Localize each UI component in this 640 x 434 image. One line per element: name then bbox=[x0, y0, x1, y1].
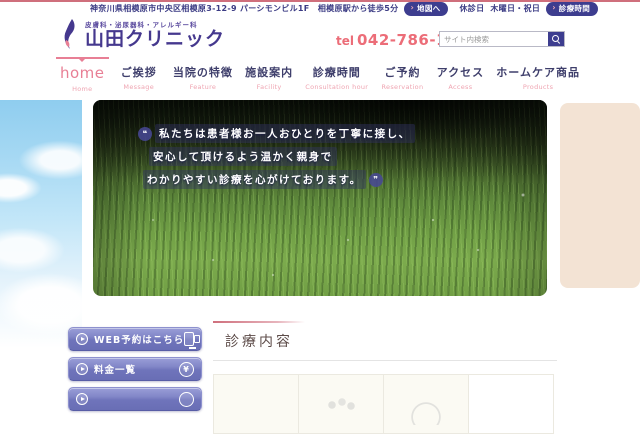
quote-line: わかりやすい診療を心がけております。 bbox=[143, 170, 366, 189]
topbar: 神奈川県相模原市中央区相模原3-12-9 パーシモンビル1F 相模原駅から徒歩5… bbox=[0, 2, 640, 14]
quote-open-icon: ❝ bbox=[138, 127, 152, 141]
services-table bbox=[213, 374, 557, 434]
monitor-icon bbox=[184, 332, 194, 346]
clinic-name: 山田クリニック bbox=[85, 29, 225, 50]
nav-sublabel: Facility bbox=[245, 83, 293, 91]
nav-label: ご挨拶 bbox=[117, 64, 161, 80]
portrait-photo-blur bbox=[560, 103, 640, 288]
nav-item-consultation-hour[interactable]: 診療時間 Consultation hour bbox=[305, 57, 368, 91]
nav-sublabel: Products bbox=[496, 83, 580, 91]
section-divider bbox=[213, 360, 557, 361]
tel-label: tel bbox=[336, 34, 354, 48]
nav-sublabel: Consultation hour bbox=[305, 83, 368, 91]
quote-line: 安心して頂けるよう温かく親身で bbox=[149, 147, 337, 166]
nav-label: ご予約 bbox=[380, 64, 424, 80]
active-tab-indicator bbox=[56, 57, 109, 59]
sidebar: WEB予約はこちら 料金一覧 ¥ bbox=[68, 327, 202, 417]
nav-label: 施設案内 bbox=[245, 64, 293, 80]
search-input[interactable] bbox=[440, 35, 548, 44]
closed-days-value: 木曜日・祝日 bbox=[490, 3, 540, 14]
service-cell[interactable] bbox=[298, 374, 384, 434]
play-circle-icon bbox=[76, 333, 88, 345]
search-button[interactable] bbox=[548, 32, 564, 46]
nav-sublabel: Feature bbox=[173, 83, 233, 91]
nav-item-access[interactable]: アクセス Access bbox=[437, 57, 484, 91]
quote-close-icon: ❞ bbox=[369, 173, 383, 187]
service-cell[interactable] bbox=[383, 374, 469, 434]
nav-label: アクセス bbox=[437, 64, 484, 80]
map-button[interactable]: › 地図へ bbox=[404, 2, 448, 16]
nav-sublabel: Access bbox=[437, 83, 484, 91]
clinic-address: 神奈川県相模原市中央区相模原3-12-9 パーシモンビル1F 相模原駅から徒歩5… bbox=[90, 3, 398, 14]
section-title: 診療内容 bbox=[225, 331, 557, 351]
sky-photo bbox=[0, 100, 82, 348]
closed-days-label: 休診日 bbox=[459, 3, 484, 14]
nav-item-feature[interactable]: 当院の特徴 Feature bbox=[173, 57, 233, 91]
nav-item-facility[interactable]: 施設案内 Facility bbox=[245, 57, 293, 91]
portrait-photo bbox=[560, 103, 640, 288]
yen-icon: ¥ bbox=[179, 362, 194, 377]
hours-button-label: 診療時間 bbox=[559, 3, 590, 14]
main-content: 診療内容 bbox=[213, 321, 557, 434]
play-circle-icon bbox=[76, 363, 88, 375]
nav-item-reservation[interactable]: ご予約 Reservation bbox=[380, 57, 424, 91]
site-search bbox=[439, 31, 565, 47]
sidebar-button-web-reservation[interactable]: WEB予約はこちら bbox=[68, 327, 202, 351]
logo-flower-icon bbox=[62, 18, 80, 50]
play-circle-icon bbox=[76, 393, 88, 405]
nav-label: 診療時間 bbox=[305, 64, 368, 80]
quote-line: 私たちは患者様お一人おひとりを丁寧に接し、 bbox=[155, 124, 415, 143]
chevron-right-icon: › bbox=[410, 4, 414, 12]
hero-quote: ❝ 私たちは患者様お一人おひとりを丁寧に接し、 安心して頂けるよう温かく親身で … bbox=[138, 124, 415, 193]
search-icon bbox=[552, 35, 559, 42]
sidebar-button-label: 料金一覧 bbox=[94, 362, 136, 376]
nav-item-message[interactable]: ご挨拶 Message bbox=[117, 57, 161, 91]
nav-label: 当院の特徴 bbox=[173, 64, 233, 80]
nav-sublabel: Reservation bbox=[380, 83, 424, 91]
nav-label: home bbox=[60, 64, 105, 82]
sidebar-button-label: WEB予約はこちら bbox=[94, 332, 184, 346]
service-cell[interactable] bbox=[213, 374, 299, 434]
main-nav: home Home ご挨拶 Message 当院の特徴 Feature 施設案内… bbox=[60, 57, 580, 96]
map-button-label: 地図へ bbox=[417, 3, 440, 14]
nav-label: ホームケア商品 bbox=[496, 64, 580, 80]
hero-image: ❝ 私たちは患者様お一人おひとりを丁寧に接し、 安心して頂けるよう温かく親身で … bbox=[93, 100, 547, 296]
clinic-logo[interactable]: 皮膚科・泌尿器科・アレルギー科 山田クリニック bbox=[62, 18, 225, 50]
sidebar-button-partial[interactable] bbox=[68, 387, 202, 411]
circle-icon bbox=[179, 392, 194, 407]
hours-button[interactable]: › 診療時間 bbox=[546, 2, 598, 16]
sidebar-button-price-list[interactable]: 料金一覧 ¥ bbox=[68, 357, 202, 381]
nav-sublabel: Message bbox=[117, 83, 161, 91]
service-cell[interactable] bbox=[468, 374, 554, 434]
nav-sublabel: Home bbox=[60, 85, 105, 93]
nav-item-home[interactable]: home Home bbox=[60, 57, 105, 93]
chevron-right-icon: › bbox=[552, 4, 556, 12]
section-accent-line bbox=[213, 321, 305, 323]
nav-item-products[interactable]: ホームケア商品 Products bbox=[496, 57, 580, 91]
